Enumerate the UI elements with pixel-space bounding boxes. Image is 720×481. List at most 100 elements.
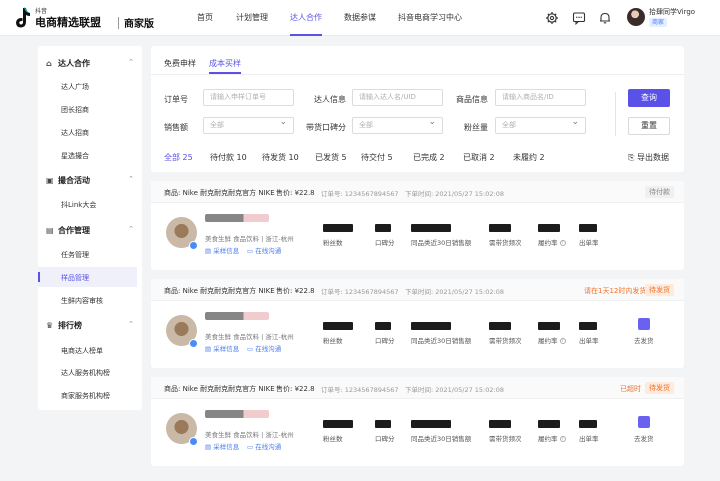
sidebar-group-talent-cooperation[interactable]: ⌂ 达人合作 [46, 58, 90, 69]
export-button[interactable]: ⎘ 导出数据 [628, 152, 669, 163]
status-tab-completed[interactable]: 已完成 2 [413, 152, 445, 163]
talent-info-input[interactable]: 请输入达人名/UID [352, 89, 443, 106]
bell-icon[interactable] [598, 11, 612, 25]
query-button[interactable]: 查询 [628, 89, 670, 107]
chat-link[interactable]: ▭ 在线沟通 [247, 245, 281, 255]
message-icon[interactable] [572, 11, 586, 25]
order-number: 订单号: 1234567894567 [321, 190, 399, 198]
status-tab-pending-payment[interactable]: 待付款 10 [210, 152, 247, 163]
sidebar-group-match-events[interactable]: ▣ 撮合活动 [46, 175, 90, 186]
tab-paid-sample[interactable]: 成本买样 [209, 58, 241, 69]
talent-name-redacted[interactable] [205, 410, 269, 418]
order-time: 下单时间: 2021/05/27 15:02:08 [405, 288, 504, 296]
status-tab-all[interactable]: 全部 25 [164, 152, 193, 163]
chevron-up-icon[interactable]: ⌃ [128, 58, 134, 66]
status-tab-pending-shipment[interactable]: 待发货 10 [262, 152, 299, 163]
sample-info-link[interactable]: ▤ 采样信息 [205, 343, 239, 353]
fulfillment-metric-label: 履约率 ? [538, 237, 566, 247]
talent-tags: 美食生鲜 食品饮料 | 浙江-杭州 [205, 235, 294, 243]
sidebar-item-fresh-content-review[interactable]: 生鲜内容审核 [61, 296, 103, 306]
sidebar-group-label: 达人合作 [58, 59, 90, 68]
sidebar-item-leader-recruit[interactable]: 团长招商 [61, 105, 89, 115]
order-no-label: 订单号 [164, 95, 188, 104]
nav-talent-cooperation[interactable]: 达人合作 [290, 0, 322, 36]
order-no-input[interactable]: 请输入申样订单号 [203, 89, 294, 106]
ship-button-label[interactable]: 去发货 [634, 433, 654, 443]
chat-link[interactable]: ▭ 在线沟通 [247, 441, 281, 451]
ship-icon[interactable] [638, 416, 650, 428]
fans-label: 粉丝量 [464, 123, 488, 132]
order-card: 商品: Nike 耐克耐克耐克官方 NIKE 售价: ¥22.8 订单号: 12… [151, 279, 684, 368]
sidebar-item-sample-management[interactable]: 样品管理 [61, 273, 89, 283]
nav-data-advisor[interactable]: 数据参谋 [344, 0, 376, 36]
chat-icon: ▭ [247, 247, 256, 255]
home-icon: ⌂ [46, 59, 52, 68]
score-value-redacted [375, 322, 391, 330]
sidebar-item-star-match[interactable]: 星选撮合 [61, 151, 89, 161]
conversion-metric-label: 出单率 [579, 435, 599, 443]
tab-free-sample[interactable]: 免费申样 [164, 58, 196, 69]
frequency-metric-label: 需带货频次 [489, 239, 522, 247]
sales-metric-label: 同品类近30日销售额 [411, 435, 472, 443]
score-select[interactable]: 全部 [352, 117, 443, 134]
help-icon[interactable]: ? [559, 436, 566, 442]
talent-tags: 美食生鲜 食品饮料 | 浙江-杭州 [205, 333, 294, 341]
status-tab-pending-delivery[interactable]: 待交付 5 [361, 152, 393, 163]
fans-select[interactable]: 全部 [495, 117, 586, 134]
sidebar-item-talent-plaza[interactable]: 达人广场 [61, 82, 89, 92]
user-name[interactable]: 拾肆同学Virgo [649, 7, 695, 17]
status-badge: 待发货 [645, 382, 674, 394]
export-icon: ⎘ [628, 153, 637, 162]
goods-price: 售价: ¥22.8 [276, 287, 315, 295]
sidebar-item-task-management[interactable]: 任务管理 [61, 250, 89, 260]
nav-learning-center[interactable]: 抖音电商学习中心 [398, 0, 462, 36]
chat-link[interactable]: ▭ 在线沟通 [247, 343, 281, 353]
order-time: 下单时间: 2021/05/27 15:02:08 [405, 386, 504, 394]
conversion-metric-label: 出单率 [579, 337, 599, 345]
fulfillment-value-redacted [538, 420, 560, 428]
chevron-up-icon[interactable]: ⌃ [128, 320, 134, 328]
sidebar-item-link-conference[interactable]: 抖Link大会 [61, 200, 96, 210]
help-icon[interactable]: ? [559, 338, 566, 344]
user-avatar[interactable] [627, 8, 645, 26]
gear-icon[interactable] [545, 11, 559, 25]
document-icon: ▤ [205, 443, 214, 451]
fulfillment-label-text: 履约率 [538, 435, 558, 443]
score-metric-label: 口碑分 [375, 337, 395, 345]
reset-button[interactable]: 重置 [628, 117, 670, 135]
filter-divider [615, 92, 616, 136]
order-card: 商品: Nike 耐克耐克耐克官方 NIKE 售价: ¥22.8 订单号: 12… [151, 377, 684, 466]
sidebar-item-merchant-agency-rank[interactable]: 商家服务机构榜 [61, 391, 110, 401]
logo-tag-text: 商家版 [124, 19, 154, 30]
ship-button-label[interactable]: 去发货 [634, 335, 654, 345]
nav-home[interactable]: 首页 [197, 0, 213, 36]
verified-icon [189, 437, 198, 446]
status-tab-unfulfilled[interactable]: 未履约 2 [513, 152, 545, 163]
sales-select[interactable]: 全部 [203, 117, 294, 134]
sidebar-item-talent-rank[interactable]: 电商达人榜单 [61, 346, 103, 356]
sidebar-group-label: 合作管理 [58, 226, 90, 235]
ship-icon[interactable] [638, 318, 650, 330]
logo[interactable]: 抖音 电商精选联盟 商家版 [14, 5, 154, 31]
sidebar-item-talent-recruit[interactable]: 达人招商 [61, 128, 89, 138]
goods-price: 售价: ¥22.8 [276, 385, 315, 393]
chevron-up-icon[interactable]: ⌃ [128, 175, 134, 183]
status-tab-cancelled[interactable]: 已取消 2 [463, 152, 495, 163]
fans-metric-label: 粉丝数 [323, 239, 343, 247]
goods-info-input[interactable]: 请输入商品名/ID [495, 89, 586, 106]
logo-main-text: 电商精选联盟 [35, 16, 101, 29]
fulfillment-value-redacted [538, 224, 560, 232]
status-tab-shipped[interactable]: 已发货 5 [315, 152, 347, 163]
sidebar-group-ranking[interactable]: ♛ 排行榜 [46, 320, 82, 331]
douyin-logo-icon [16, 7, 30, 28]
nav-plan-management[interactable]: 计划管理 [236, 0, 268, 36]
chevron-up-icon[interactable]: ⌃ [128, 225, 134, 233]
sample-info-link[interactable]: ▤ 采样信息 [205, 441, 239, 451]
help-icon[interactable]: ? [559, 240, 566, 246]
sidebar-item-talent-agency-rank[interactable]: 达人服务机构榜 [61, 368, 110, 378]
talent-name-redacted[interactable] [205, 312, 269, 320]
sample-info-link[interactable]: ▤ 采样信息 [205, 245, 239, 255]
goods-info-label: 商品信息 [456, 95, 488, 104]
talent-name-redacted[interactable] [205, 214, 269, 222]
sidebar-group-cooperation-management[interactable]: ▤ 合作管理 [46, 225, 90, 236]
